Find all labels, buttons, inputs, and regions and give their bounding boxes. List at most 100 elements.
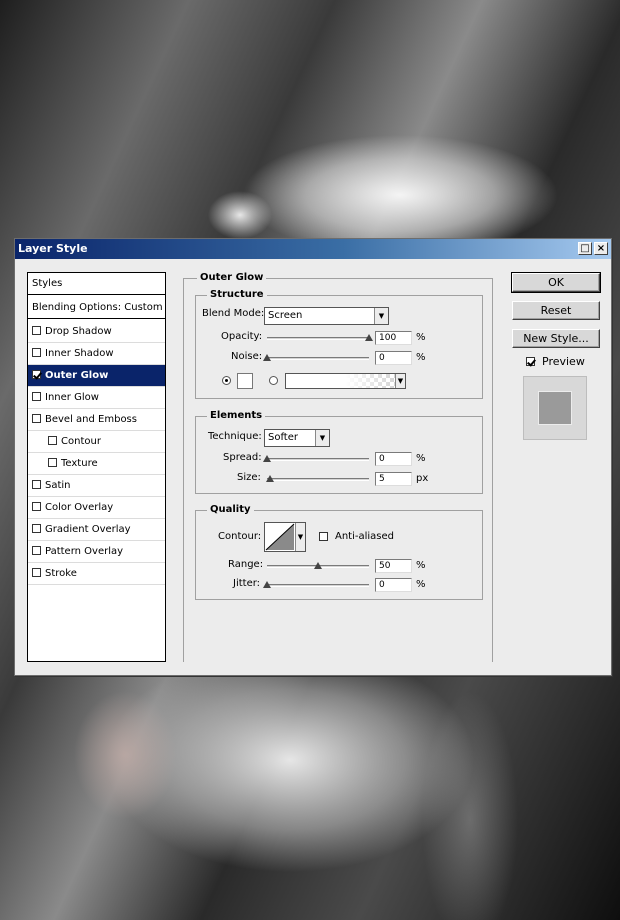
noise-slider-thumb[interactable]	[263, 354, 271, 361]
noise-input[interactable]: 0	[375, 351, 412, 365]
chevron-down-icon[interactable]: ▼	[295, 523, 305, 551]
size-label: Size:	[237, 472, 261, 483]
sidebar-item-label: Color Overlay	[45, 502, 114, 513]
styles-header-label: Styles	[32, 278, 63, 289]
contour-label: Contour:	[218, 531, 262, 542]
range-unit: %	[416, 560, 426, 571]
structure-title: Structure	[207, 289, 267, 301]
glow-color-swatch[interactable]	[237, 373, 253, 389]
jitter-slider-thumb[interactable]	[263, 581, 271, 588]
sidebar-item-gradient-overlay[interactable]: Gradient Overlay	[28, 519, 165, 541]
style-checkbox[interactable]	[32, 502, 41, 511]
sidebar-item-pattern-overlay[interactable]: Pattern Overlay	[28, 541, 165, 563]
blend-mode-label: Blend Mode:	[202, 308, 265, 319]
range-slider-thumb[interactable]	[314, 562, 322, 569]
background-hands	[55, 685, 195, 835]
blend-mode-select[interactable]: Screen ▼	[264, 307, 389, 325]
reset-button[interactable]: Reset	[512, 301, 600, 320]
sidebar-item-label: Texture	[61, 458, 98, 469]
technique-value: Softer	[268, 432, 298, 443]
noise-slider-track[interactable]	[267, 357, 369, 360]
style-checkbox[interactable]	[32, 348, 41, 357]
chevron-down-icon[interactable]: ▼	[395, 374, 405, 388]
gradient-radio[interactable]	[269, 376, 278, 385]
sidebar-item-label: Drop Shadow	[45, 326, 112, 337]
blend-mode-value: Screen	[268, 310, 303, 321]
size-slider-thumb[interactable]	[266, 475, 275, 482]
quality-title: Quality	[207, 504, 254, 516]
noise-unit: %	[416, 352, 426, 363]
outer-glow-title: Outer Glow	[197, 272, 267, 284]
style-checkbox[interactable]	[32, 546, 41, 555]
dialog-title: Layer Style	[18, 242, 88, 255]
sidebar-item-texture[interactable]: Texture	[28, 453, 165, 475]
spread-input[interactable]: 0	[375, 452, 412, 466]
gradient-picker[interactable]: ▼	[285, 373, 406, 389]
sidebar-item-label: Inner Shadow	[45, 348, 114, 359]
style-checkbox[interactable]	[32, 524, 41, 533]
sidebar-item-outer-glow[interactable]: Outer Glow	[28, 365, 165, 387]
anti-aliased-label: Anti-aliased	[335, 531, 395, 542]
contour-curve-icon	[265, 523, 295, 551]
technique-label: Technique:	[208, 431, 262, 442]
elements-title: Elements	[207, 410, 266, 422]
sidebar-item-stroke[interactable]: Stroke	[28, 563, 165, 585]
style-checkbox[interactable]	[32, 326, 41, 335]
layer-style-dialog: Layer Style □ × Styles Blending Options:…	[14, 238, 612, 676]
sidebar-item-label: Pattern Overlay	[45, 546, 124, 557]
solid-color-radio[interactable]	[222, 376, 231, 385]
opacity-slider-thumb[interactable]	[365, 334, 373, 341]
jitter-input[interactable]: 0	[375, 578, 412, 592]
size-slider-track[interactable]	[267, 478, 369, 481]
close-icon[interactable]: ×	[594, 242, 608, 255]
sidebar-item-label: Satin	[45, 480, 71, 491]
opacity-label-text: Opacity:	[221, 331, 263, 342]
range-input[interactable]: 50	[375, 559, 412, 573]
sidebar-item-inner-glow[interactable]: Inner Glow	[28, 387, 165, 409]
sidebar-item-inner-shadow[interactable]: Inner Shadow	[28, 343, 165, 365]
blending-options-label: Blending Options: Custom	[32, 302, 163, 313]
new-style-button[interactable]: New Style...	[512, 329, 600, 348]
sidebar-item-satin[interactable]: Satin	[28, 475, 165, 497]
style-checkbox[interactable]	[48, 436, 57, 445]
sidebar-item-label: Stroke	[45, 568, 77, 579]
anti-aliased-checkbox[interactable]	[319, 532, 328, 541]
sidebar-item-label: Inner Glow	[45, 392, 99, 403]
style-checkbox[interactable]	[32, 392, 41, 401]
sidebar-item-color-overlay[interactable]: Color Overlay	[28, 497, 165, 519]
style-checkbox[interactable]	[32, 370, 41, 379]
size-unit: px	[416, 473, 429, 484]
opacity-input[interactable]: 100	[375, 331, 412, 345]
sidebar-item-drop-shadow[interactable]: Drop Shadow	[28, 321, 165, 343]
chevron-down-icon[interactable]: ▼	[374, 308, 388, 324]
style-checkbox[interactable]	[48, 458, 57, 467]
range-label: Range:	[228, 559, 264, 570]
sidebar-item-contour[interactable]: Contour	[28, 431, 165, 453]
jitter-unit: %	[416, 579, 426, 590]
sidebar-item-label: Outer Glow	[45, 370, 109, 381]
style-checkbox[interactable]	[32, 568, 41, 577]
sidebar-item-label: Bevel and Emboss	[45, 414, 137, 425]
blending-options[interactable]: Blending Options: Custom	[28, 297, 165, 319]
styles-header[interactable]: Styles	[28, 273, 165, 295]
jitter-label: Jitter:	[233, 578, 261, 589]
chevron-down-icon[interactable]: ▼	[315, 430, 329, 446]
opacity-unit: %	[416, 332, 426, 343]
technique-select[interactable]: Softer ▼	[264, 429, 330, 447]
contour-picker[interactable]: ▼	[264, 522, 306, 552]
size-input[interactable]: 5	[375, 472, 412, 486]
preview-checkbox[interactable]	[526, 357, 535, 366]
sidebar-item-bevel-and-emboss[interactable]: Bevel and Emboss	[28, 409, 165, 431]
restore-icon[interactable]: □	[578, 242, 592, 255]
style-checkbox[interactable]	[32, 480, 41, 489]
spread-label: Spread:	[223, 452, 262, 463]
spread-slider-thumb[interactable]	[263, 455, 271, 462]
preview-swatch	[539, 392, 571, 424]
style-checkbox[interactable]	[32, 414, 41, 423]
jitter-slider-track[interactable]	[267, 584, 369, 587]
style-preview	[523, 376, 587, 440]
spread-slider-track[interactable]	[267, 458, 369, 461]
ok-button[interactable]: OK	[511, 272, 601, 293]
dialog-titlebar[interactable]: Layer Style	[15, 239, 611, 259]
opacity-slider-track[interactable]	[267, 337, 369, 340]
